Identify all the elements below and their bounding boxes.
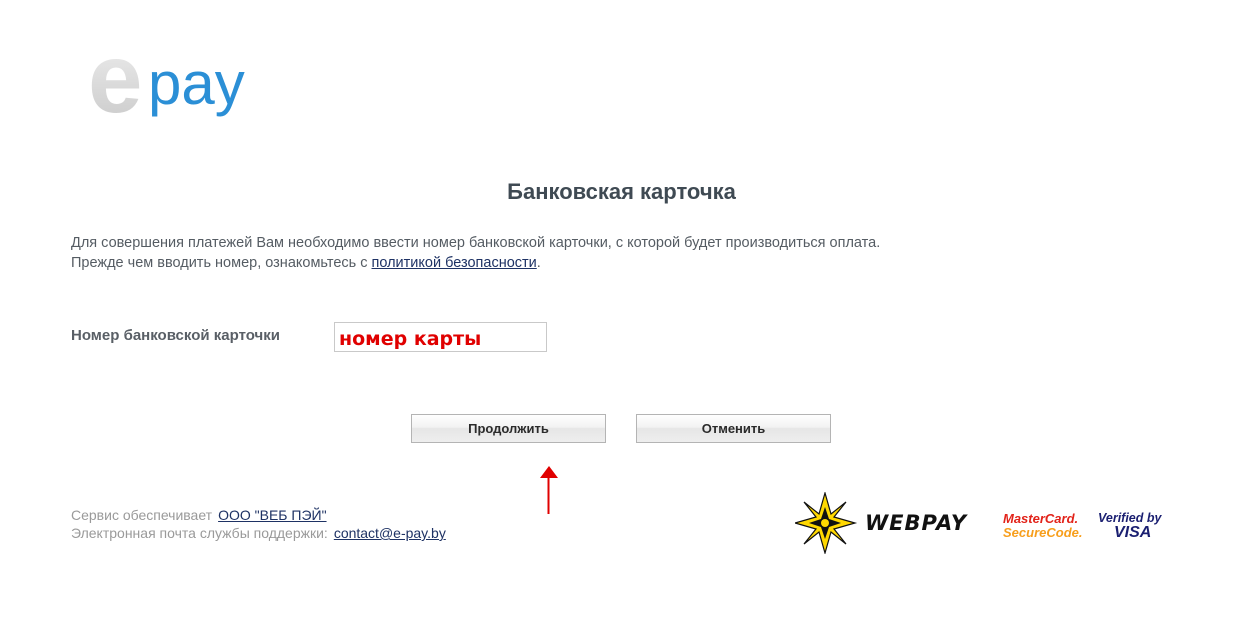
red-arrow-up-icon [538, 466, 560, 516]
visa-line1: Verified by [1098, 511, 1162, 525]
card-number-label: Номер банковской карточки [71, 327, 280, 344]
provider-label: Сервис обеспечивает [71, 507, 213, 523]
support-email-link[interactable]: contact@e-pay.by [334, 525, 446, 541]
mastercard-line1: MasterCard. [1003, 511, 1078, 526]
webpay-star-icon [792, 490, 858, 556]
logo-letters-pay: pay [148, 50, 245, 117]
payment-badges: WEBPAY MasterCard. SecureCode. Verified … [792, 490, 1170, 556]
visa-line2: VISA [1114, 524, 1151, 541]
intro-line-1: Для совершения платежей Вам необходимо в… [71, 235, 881, 251]
webpay-logo-text: WEBPAY [865, 511, 968, 535]
footer: Сервис обеспечивает ООО "ВЕБ ПЭЙ" Электро… [71, 506, 446, 542]
footer-provider-line: Сервис обеспечивает ООО "ВЕБ ПЭЙ" [71, 506, 446, 524]
security-policy-link[interactable]: политикой безопасности [372, 255, 537, 271]
support-label: Электронная почта службы поддержки: [71, 525, 328, 541]
mastercard-line2: SecureCode. [1003, 525, 1082, 540]
intro-line-2: Прежде чем вводить номер, ознакомьтесь с… [71, 253, 880, 273]
intro-line-2-suffix: . [536, 255, 541, 271]
card-number-input[interactable] [334, 322, 547, 352]
footer-support-line: Электронная почта службы поддержки: conta… [71, 524, 446, 542]
logo-letter-e: e [88, 38, 143, 122]
provider-link[interactable]: ООО "ВЕБ ПЭЙ" [218, 507, 326, 523]
cancel-button[interactable]: Отменить [636, 414, 831, 443]
page-title: Банковская карточка [507, 179, 736, 204]
intro-text: Для совершения платежей Вам необходимо в… [71, 233, 880, 273]
intro-line-2-prefix: Прежде чем вводить номер, ознакомьтесь с [71, 255, 372, 271]
continue-button[interactable]: Продолжить [411, 414, 606, 443]
epay-logo: e pay [88, 23, 298, 133]
